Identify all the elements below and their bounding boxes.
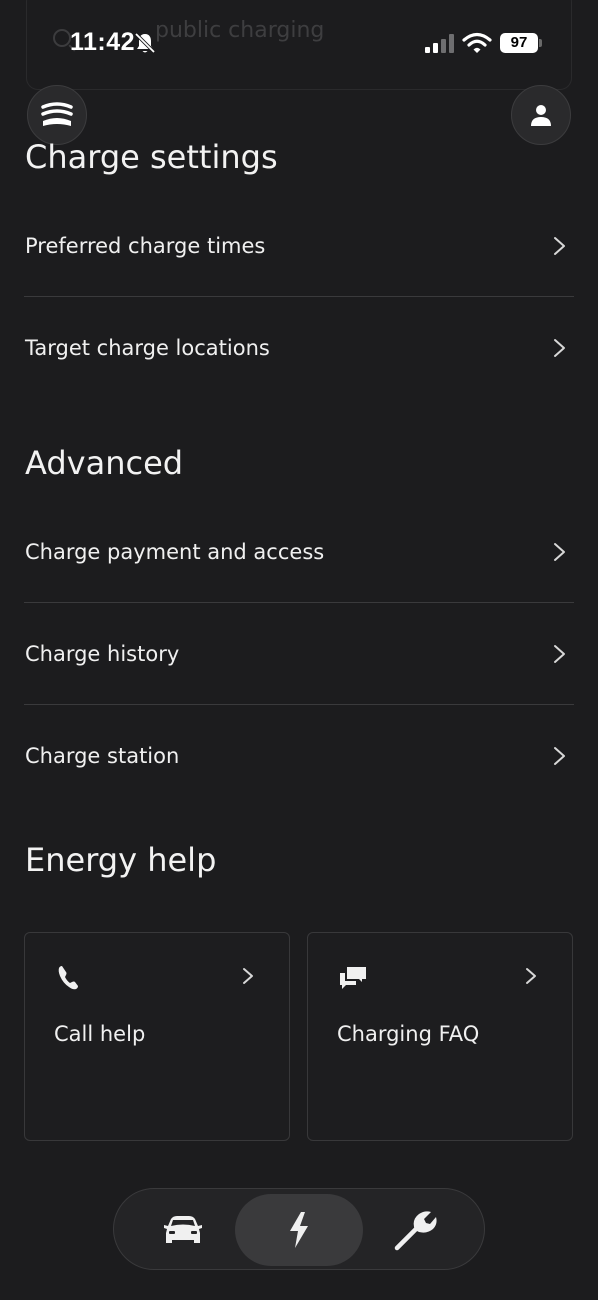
profile-button[interactable] [511, 85, 571, 145]
cellular-signal-icon [425, 33, 455, 53]
lightning-icon [290, 1212, 308, 1248]
card-label: Call help [54, 1022, 146, 1046]
nav-item-charging[interactable] [255, 1197, 343, 1263]
chevron-right-icon [554, 339, 565, 357]
row-label: Target charge locations [25, 336, 270, 360]
nav-item-car[interactable] [139, 1197, 227, 1263]
stack-icon [41, 102, 73, 126]
battery-tip [539, 39, 542, 47]
row-label: Charge station [25, 744, 180, 768]
chevron-right-icon [554, 645, 565, 663]
battery-indicator: 97 [500, 33, 538, 53]
car-icon [164, 1216, 202, 1243]
row-charge-station[interactable]: Charge station [0, 705, 598, 807]
row-charge-history[interactable]: Charge history [0, 603, 598, 705]
chat-bubbles-icon [340, 967, 366, 989]
app-screen: public charging 11:42 97 Charge settings… [0, 0, 598, 1300]
row-label: Preferred charge times [25, 234, 266, 258]
chevron-right-icon [526, 968, 536, 984]
chevron-right-icon [554, 543, 565, 561]
chevron-right-icon [554, 747, 565, 765]
status-bar: 11:42 97 [0, 0, 598, 80]
row-preferred-charge-times[interactable]: Preferred charge times [0, 195, 598, 297]
wifi-icon [462, 32, 492, 53]
chevron-right-icon [243, 968, 253, 984]
section-title-advanced: Advanced [25, 444, 184, 482]
bell-off-icon [134, 32, 156, 54]
phone-icon [58, 966, 78, 990]
card-charging-faq[interactable]: Charging FAQ [307, 932, 573, 1141]
nav-item-service[interactable] [371, 1197, 459, 1263]
chevron-right-icon [554, 237, 565, 255]
wrench-icon [394, 1211, 437, 1251]
row-charge-payment-and-access[interactable]: Charge payment and access [0, 501, 598, 603]
status-time: 11:42 [70, 28, 136, 56]
card-label: Charging FAQ [337, 1022, 480, 1046]
bottom-nav [113, 1188, 485, 1270]
row-target-charge-locations[interactable]: Target charge locations [0, 297, 598, 399]
person-icon [531, 105, 551, 126]
menu-button[interactable] [27, 85, 87, 145]
section-title-energy-help: Energy help [25, 841, 217, 879]
row-label: Charge payment and access [25, 540, 325, 564]
section-title-charge-settings: Charge settings [25, 138, 278, 176]
card-call-help[interactable]: Call help [24, 932, 290, 1141]
row-label: Charge history [25, 642, 180, 666]
